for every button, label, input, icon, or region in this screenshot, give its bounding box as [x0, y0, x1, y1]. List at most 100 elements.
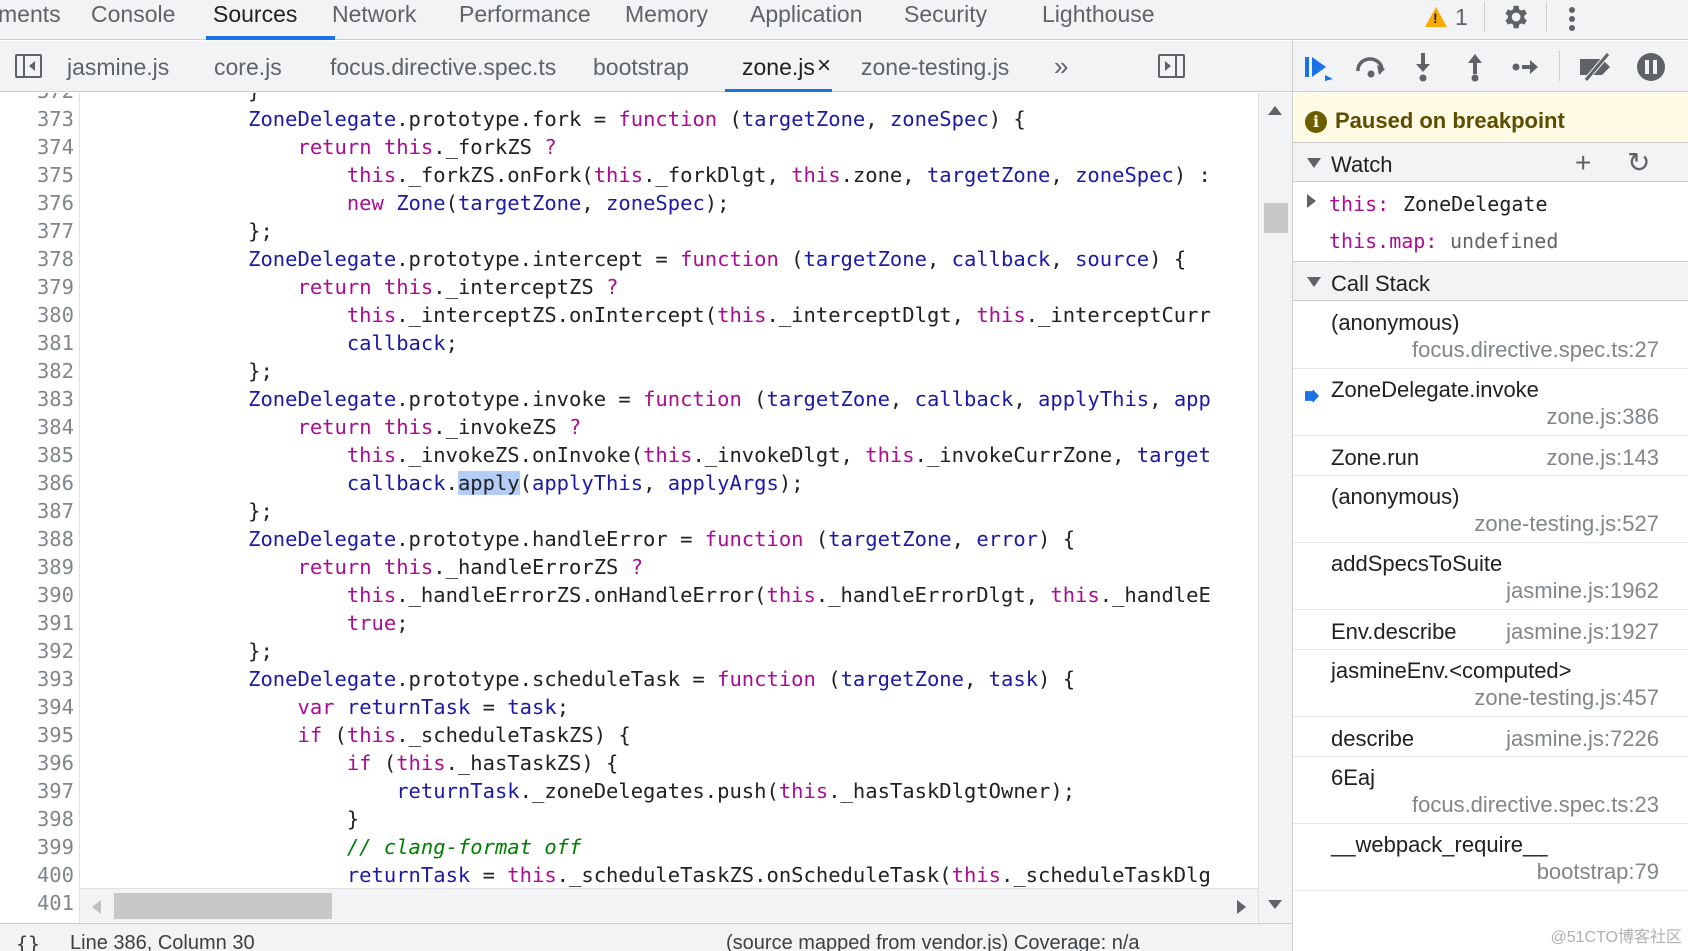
line-number[interactable]: 401: [0, 889, 74, 917]
debugger-toggle-icon[interactable]: [1158, 54, 1185, 78]
tab-security[interactable]: Security: [904, 0, 987, 40]
deactivate-breakpoints-button[interactable]: [1575, 49, 1619, 85]
call-frame[interactable]: addSpecsToSuite jasmine.js:1962: [1293, 543, 1688, 610]
frame-location[interactable]: jasmine.js:1962: [1506, 578, 1659, 604]
file-tab-zone[interactable]: zone.js: [725, 41, 832, 92]
line-number[interactable]: 382: [0, 357, 74, 385]
file-tab-core[interactable]: core.js: [214, 41, 282, 92]
line-number[interactable]: 377: [0, 217, 74, 245]
scroll-down-icon[interactable]: [1268, 900, 1282, 909]
line-number[interactable]: 376: [0, 189, 74, 217]
call-frame[interactable]: Zone.run zone.js:143: [1293, 436, 1688, 476]
step-over-button[interactable]: [1353, 49, 1389, 85]
frame-location[interactable]: zone.js:386: [1546, 404, 1659, 430]
line-number[interactable]: 393: [0, 665, 74, 693]
call-frame-current[interactable]: ZoneDelegate.invoke zone.js:386: [1293, 369, 1688, 436]
step-out-button[interactable]: [1457, 49, 1493, 85]
more-tabs-icon[interactable]: »: [1054, 41, 1068, 91]
watch-item[interactable]: this.map: undefined: [1293, 221, 1688, 257]
warnings-counter[interactable]: ! 1: [1425, 0, 1468, 34]
frame-location[interactable]: focus.directive.spec.ts:27: [1412, 337, 1659, 363]
scroll-up-icon[interactable]: [1268, 106, 1282, 115]
line-number[interactable]: 391: [0, 609, 74, 637]
line-number[interactable]: 384: [0, 413, 74, 441]
call-frame[interactable]: 6Eaj focus.directive.spec.ts:23: [1293, 757, 1688, 824]
line-number[interactable]: 392: [0, 637, 74, 665]
line-number[interactable]: 390: [0, 581, 74, 609]
tab-sources[interactable]: Sources: [213, 0, 297, 40]
frame-location[interactable]: zone-testing.js:527: [1474, 511, 1659, 537]
call-frame[interactable]: (anonymous) focus.directive.spec.ts:27: [1293, 302, 1688, 369]
line-number[interactable]: 374: [0, 133, 74, 161]
line-number[interactable]: 379: [0, 273, 74, 301]
line-number[interactable]: 380: [0, 301, 74, 329]
line-number[interactable]: 378: [0, 245, 74, 273]
code-text: }: [100, 93, 260, 105]
line-number[interactable]: 387: [0, 497, 74, 525]
tab-memory[interactable]: Memory: [625, 0, 708, 40]
close-icon[interactable]: ×: [817, 41, 831, 91]
code-token: function: [680, 247, 779, 271]
line-number[interactable]: 400: [0, 861, 74, 889]
line-number[interactable]: 388: [0, 525, 74, 553]
file-tab-focus-directive-spec[interactable]: focus.directive.spec.ts: [330, 41, 556, 92]
frame-location[interactable]: zone.js:143: [1546, 445, 1659, 471]
line-number[interactable]: 396: [0, 749, 74, 777]
expand-triangle-icon[interactable]: [1307, 194, 1316, 208]
line-number[interactable]: 394: [0, 693, 74, 721]
vertical-scrollbar[interactable]: [1258, 93, 1292, 923]
scrollbar-thumb[interactable]: [114, 893, 332, 919]
tab-lighthouse[interactable]: Lighthouse: [1042, 0, 1155, 40]
tab-console[interactable]: Console: [91, 0, 175, 40]
watch-section-header[interactable]: Watch + ↻: [1293, 142, 1688, 182]
frame-location[interactable]: focus.directive.spec.ts:23: [1412, 792, 1659, 818]
frame-location[interactable]: jasmine.js:1927: [1506, 619, 1659, 645]
call-frame[interactable]: (anonymous) zone-testing.js:527: [1293, 476, 1688, 543]
line-number[interactable]: 375: [0, 161, 74, 189]
call-frame[interactable]: Env.describe jasmine.js:1927: [1293, 610, 1688, 650]
step-button[interactable]: [1507, 49, 1543, 85]
more-options-icon[interactable]: [1568, 6, 1576, 32]
resume-button[interactable]: [1301, 49, 1337, 85]
line-number[interactable]: 389: [0, 553, 74, 581]
line-number[interactable]: 385: [0, 441, 74, 469]
navigator-toggle-icon[interactable]: [15, 54, 42, 78]
line-number[interactable]: 383: [0, 385, 74, 413]
scroll-right-icon[interactable]: [1237, 900, 1246, 914]
scroll-left-icon[interactable]: [92, 900, 101, 914]
frame-location[interactable]: zone-testing.js:457: [1474, 685, 1659, 711]
horizontal-scrollbar[interactable]: [80, 888, 1258, 922]
pause-on-exceptions-button[interactable]: [1633, 49, 1669, 85]
line-number[interactable]: 398: [0, 805, 74, 833]
line-number[interactable]: 395: [0, 721, 74, 749]
file-tab-jasmine[interactable]: jasmine.js: [67, 41, 169, 92]
line-number[interactable]: 372: [0, 93, 74, 105]
add-watch-icon[interactable]: +: [1575, 149, 1591, 177]
watch-item[interactable]: this: ZoneDelegate: [1293, 184, 1688, 220]
frame-location[interactable]: bootstrap:79: [1537, 859, 1659, 885]
call-frame[interactable]: describe jasmine.js:7226: [1293, 717, 1688, 757]
call-stack-section-header[interactable]: Call Stack: [1293, 261, 1688, 301]
code-token: .prototype.intercept =: [396, 247, 681, 271]
refresh-icon[interactable]: ↻: [1627, 149, 1650, 177]
line-number[interactable]: 381: [0, 329, 74, 357]
call-frame[interactable]: jasmineEnv.<computed> zone-testing.js:457: [1293, 650, 1688, 717]
call-frame[interactable]: __webpack_require__ bootstrap:79: [1293, 824, 1688, 891]
file-tab-bootstrap[interactable]: bootstrap: [593, 41, 689, 92]
line-number[interactable]: 397: [0, 777, 74, 805]
frame-location[interactable]: jasmine.js:7226: [1506, 726, 1659, 752]
file-tab-zone-testing[interactable]: zone-testing.js: [861, 41, 1009, 92]
line-number[interactable]: 399: [0, 833, 74, 861]
line-number[interactable]: 386: [0, 470, 74, 496]
tab-performance[interactable]: Performance: [459, 0, 591, 40]
gear-icon[interactable]: [1500, 2, 1530, 32]
code-editor[interactable]: 372 }373 ZoneDelegate.prototype.fork = f…: [0, 93, 1258, 923]
pretty-print-button[interactable]: {}: [16, 932, 40, 951]
line-number[interactable]: 373: [0, 105, 74, 133]
tab-application[interactable]: Application: [750, 0, 863, 40]
step-into-button[interactable]: [1405, 49, 1441, 85]
scrollbar-thumb[interactable]: [1264, 203, 1288, 233]
tab-network[interactable]: Network: [332, 0, 416, 40]
source-map-info[interactable]: (source mapped from vendor.js) Coverage:…: [726, 932, 1140, 951]
tab-elements[interactable]: ments: [0, 0, 61, 40]
